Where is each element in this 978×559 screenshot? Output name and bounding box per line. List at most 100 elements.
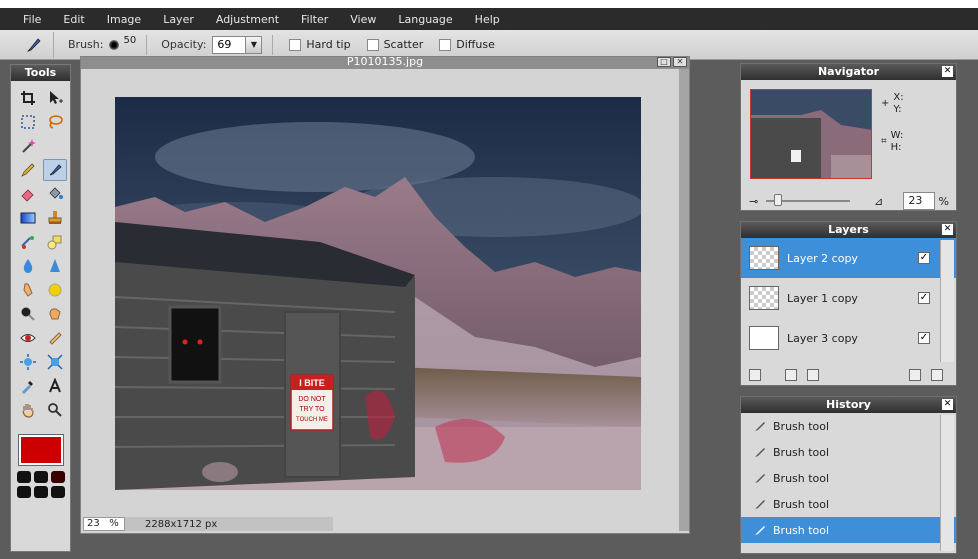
- blur-tool[interactable]: [16, 255, 40, 277]
- sponge-tool[interactable]: [43, 279, 67, 301]
- marquee-tool[interactable]: [16, 111, 40, 133]
- quick-swatch[interactable]: [16, 471, 31, 483]
- magic-wand-tool[interactable]: [16, 135, 40, 157]
- quick-swatch[interactable]: [16, 486, 31, 498]
- bloat-icon: [20, 354, 36, 370]
- diffuse-checkbox[interactable]: Diffuse: [439, 38, 495, 51]
- zoom-tool[interactable]: [43, 399, 67, 421]
- quick-swatch[interactable]: [33, 471, 48, 483]
- layer-visibility-checkbox[interactable]: ✓: [918, 252, 930, 264]
- layer-visibility-checkbox[interactable]: ✓: [918, 332, 930, 344]
- brush-icon: [755, 526, 765, 535]
- shapes-icon: [47, 235, 62, 250]
- navigator-thumbnail[interactable]: [750, 89, 872, 179]
- color-picker-tool[interactable]: [16, 375, 40, 397]
- sharpen-tool[interactable]: [43, 255, 67, 277]
- history-scrollbar[interactable]: [940, 415, 954, 551]
- layer-row-layer-1-copy[interactable]: Layer 1 copy ✓: [741, 278, 956, 318]
- burn-tool[interactable]: [43, 303, 67, 325]
- quick-swatch[interactable]: [50, 486, 65, 498]
- brush-icon: [755, 448, 765, 457]
- quick-swatch[interactable]: [50, 471, 65, 483]
- layers-scrollbar[interactable]: [940, 240, 954, 362]
- layer-settings-icon[interactable]: [807, 369, 819, 381]
- layers-title-text: Layers: [828, 223, 869, 236]
- menu-filter[interactable]: Filter: [290, 13, 339, 26]
- history-item[interactable]: Brush tool: [741, 465, 956, 491]
- menu-file[interactable]: File: [12, 13, 52, 26]
- close-icon[interactable]: ✕: [673, 57, 687, 67]
- navigator-zoom-input[interactable]: 23: [903, 192, 935, 210]
- image-canvas[interactable]: I BITE DO NOT TRY TO TOUCH ME: [115, 97, 641, 490]
- menu-adjustment[interactable]: Adjustment: [205, 13, 290, 26]
- document-scrollbar[interactable]: [679, 69, 689, 531]
- gradient-tool[interactable]: [16, 207, 40, 229]
- burn-hand-icon: [49, 308, 61, 320]
- zoom-slider-handle[interactable]: [774, 194, 783, 206]
- layer-style-icon[interactable]: [749, 369, 761, 381]
- menu-edit[interactable]: Edit: [52, 13, 95, 26]
- red-eye-tool[interactable]: [16, 327, 40, 349]
- layer-visibility-checkbox[interactable]: ✓: [918, 292, 930, 304]
- history-item-current[interactable]: Brush tool: [741, 517, 956, 543]
- spot-heal-tool[interactable]: [43, 327, 67, 349]
- pencil-tool[interactable]: [16, 159, 40, 181]
- document-titlebar[interactable]: P1010135.jpg □ ✕: [81, 57, 689, 69]
- fill-tool[interactable]: [43, 183, 67, 205]
- dodge-tool[interactable]: [16, 303, 40, 325]
- history-title: History ✕: [741, 397, 956, 413]
- stamp-tool[interactable]: [43, 207, 67, 229]
- history-item-label: Brush tool: [773, 523, 830, 537]
- move-tool[interactable]: [43, 87, 67, 109]
- menu-layer[interactable]: Layer: [152, 13, 205, 26]
- brush-label: Brush:: [68, 38, 104, 51]
- zoom-slider-track[interactable]: [766, 194, 851, 206]
- layer-row-layer-3-copy[interactable]: Layer 3 copy ✓: [741, 318, 956, 358]
- zoom-value: 23: [87, 518, 100, 529]
- menu-help[interactable]: Help: [464, 13, 511, 26]
- draw-tool[interactable]: [43, 231, 67, 253]
- opacity-input[interactable]: [212, 35, 247, 54]
- close-icon[interactable]: ✕: [942, 66, 953, 77]
- opacity-label: Opacity:: [161, 38, 207, 51]
- menu-view[interactable]: View: [339, 13, 387, 26]
- replace-color-tool[interactable]: [16, 231, 40, 253]
- pinch-tool[interactable]: [43, 351, 67, 373]
- foreground-color-swatch[interactable]: [17, 434, 64, 466]
- opacity-control: ▼: [212, 35, 263, 54]
- eraser-tool[interactable]: [16, 183, 40, 205]
- crop-tool[interactable]: [16, 87, 40, 109]
- brush-tool[interactable]: [43, 159, 67, 181]
- zoom-out-icon[interactable]: ⊸: [749, 195, 758, 208]
- zoom-in-icon[interactable]: ⊿: [874, 195, 883, 208]
- document-zoom[interactable]: 23 %: [83, 517, 125, 531]
- close-icon[interactable]: ✕: [942, 224, 953, 235]
- layer-row-layer-2-copy[interactable]: Layer 2 copy ✓: [741, 238, 956, 278]
- layer-mask-icon[interactable]: [785, 369, 797, 381]
- chevron-down-icon[interactable]: ▼: [246, 35, 263, 54]
- delete-layer-icon[interactable]: [931, 369, 943, 381]
- close-icon[interactable]: ✕: [942, 399, 953, 410]
- quick-swatch[interactable]: [33, 486, 48, 498]
- menu-language[interactable]: Language: [387, 13, 463, 26]
- smudge-tool[interactable]: [16, 279, 40, 301]
- brush-picker[interactable]: 50: [109, 35, 136, 50]
- type-tool[interactable]: [43, 375, 67, 397]
- type-icon: [49, 378, 61, 393]
- new-layer-icon[interactable]: [909, 369, 921, 381]
- quick-swatches: [16, 471, 65, 498]
- hard-tip-checkbox[interactable]: Hard tip: [289, 38, 351, 51]
- maximize-icon[interactable]: □: [657, 57, 671, 67]
- current-tool-brush[interactable]: [14, 31, 54, 58]
- history-item[interactable]: Brush tool: [741, 439, 956, 465]
- history-item[interactable]: Brush tool: [741, 413, 956, 439]
- layer-tools: [749, 369, 949, 381]
- layers-panel: Layers ✕ Layer 2 copy ✓ Layer 1 copy ✓ L…: [740, 221, 957, 386]
- menu-image[interactable]: Image: [96, 13, 152, 26]
- lasso-tool[interactable]: [43, 111, 67, 133]
- layer-name: Layer 3 copy: [787, 331, 858, 345]
- hand-tool[interactable]: [16, 399, 40, 421]
- scatter-checkbox[interactable]: Scatter: [366, 38, 423, 51]
- history-item[interactable]: Brush tool: [741, 491, 956, 517]
- bloat-tool[interactable]: [16, 351, 40, 373]
